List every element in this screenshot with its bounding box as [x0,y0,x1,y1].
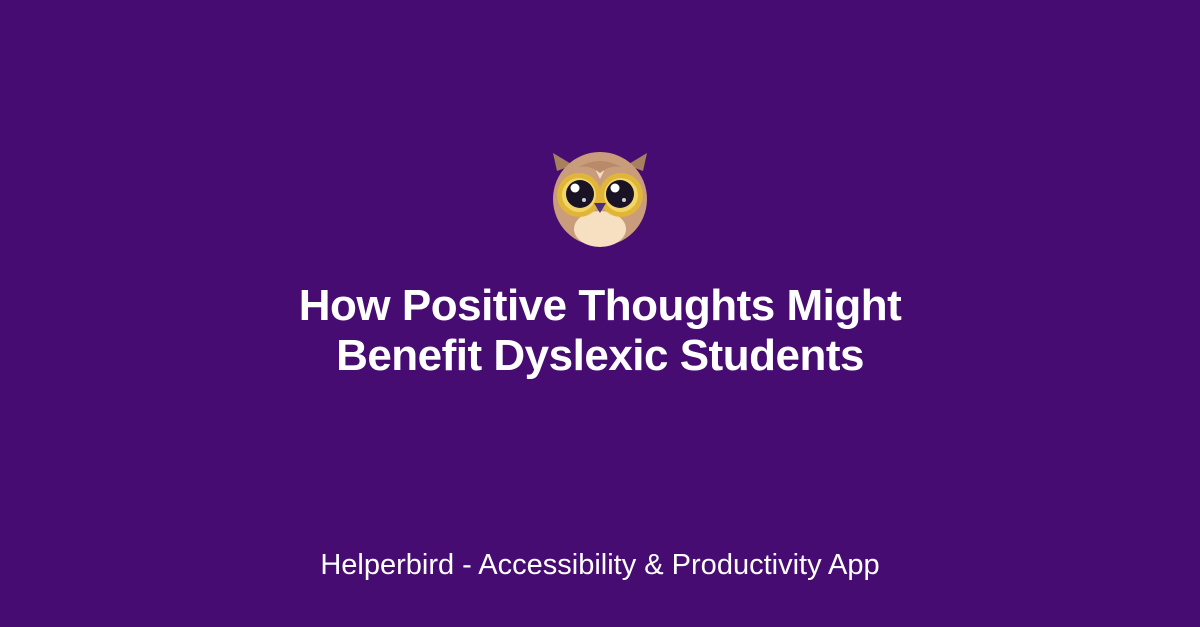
banner-canvas: How Positive Thoughts Might Benefit Dysl… [0,0,1200,627]
page-title-line-1: How Positive Thoughts Might [298,281,902,330]
page-title: How Positive Thoughts Might Benefit Dysl… [100,281,1100,381]
page-title-line-2: Benefit Dyslexic Students [336,331,864,380]
owl-mascot-icon [549,151,651,247]
site-tagline: Helperbird - Accessibility & Productivit… [320,549,880,581]
